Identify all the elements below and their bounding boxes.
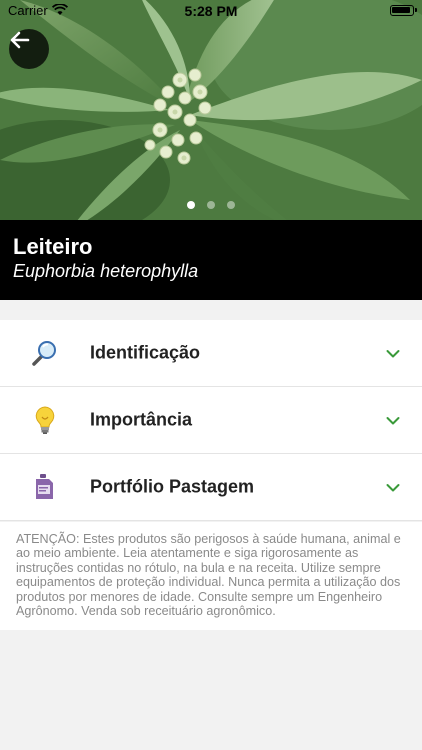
section-label: Importância (90, 409, 193, 430)
status-bar: Carrier 5:28 PM (0, 0, 422, 22)
product-jug-icon (30, 472, 60, 502)
magnifier-icon (30, 338, 60, 368)
section-importancia[interactable]: Importância (0, 387, 422, 454)
plant-detail-screen: Carrier 5:28 PM Leiteiro Euphorbia heter… (0, 0, 422, 750)
arrow-left-icon (10, 31, 30, 49)
carousel-page-indicator[interactable] (0, 199, 422, 211)
carousel-dot-2[interactable] (207, 201, 215, 209)
lightbulb-icon (30, 405, 60, 435)
carousel-dot-3[interactable] (227, 201, 235, 209)
plant-photo-carousel[interactable]: Carrier 5:28 PM (0, 0, 422, 220)
carousel-dot-1[interactable] (187, 201, 195, 209)
chevron-down-icon (386, 344, 400, 363)
safety-warning-text: ATENÇÃO: Estes produtos são perigosos à … (16, 532, 401, 619)
chevron-down-icon (386, 478, 400, 497)
plant-scientific-name: Euphorbia heterophylla (13, 261, 199, 281)
section-identificacao[interactable]: Identificação (0, 320, 422, 387)
section-label: Identificação (90, 342, 201, 363)
info-sections-list: Identificação Importância Portfólio Past… (0, 320, 422, 521)
back-button[interactable] (9, 29, 49, 69)
section-label: Portfólio Pastagem (90, 476, 255, 497)
battery-icon (390, 5, 417, 16)
chevron-down-icon (386, 411, 400, 430)
plant-common-name: Leiteiro (13, 234, 93, 259)
plant-title-band: Leiteiro Euphorbia heterophylla (0, 220, 422, 300)
section-portfolio-pastagem[interactable]: Portfólio Pastagem (0, 454, 422, 521)
safety-warning: ATENÇÃO: Estes produtos são perigosos à … (0, 522, 422, 630)
status-time: 5:28 PM (184, 3, 238, 19)
plant-photo (0, 0, 422, 220)
